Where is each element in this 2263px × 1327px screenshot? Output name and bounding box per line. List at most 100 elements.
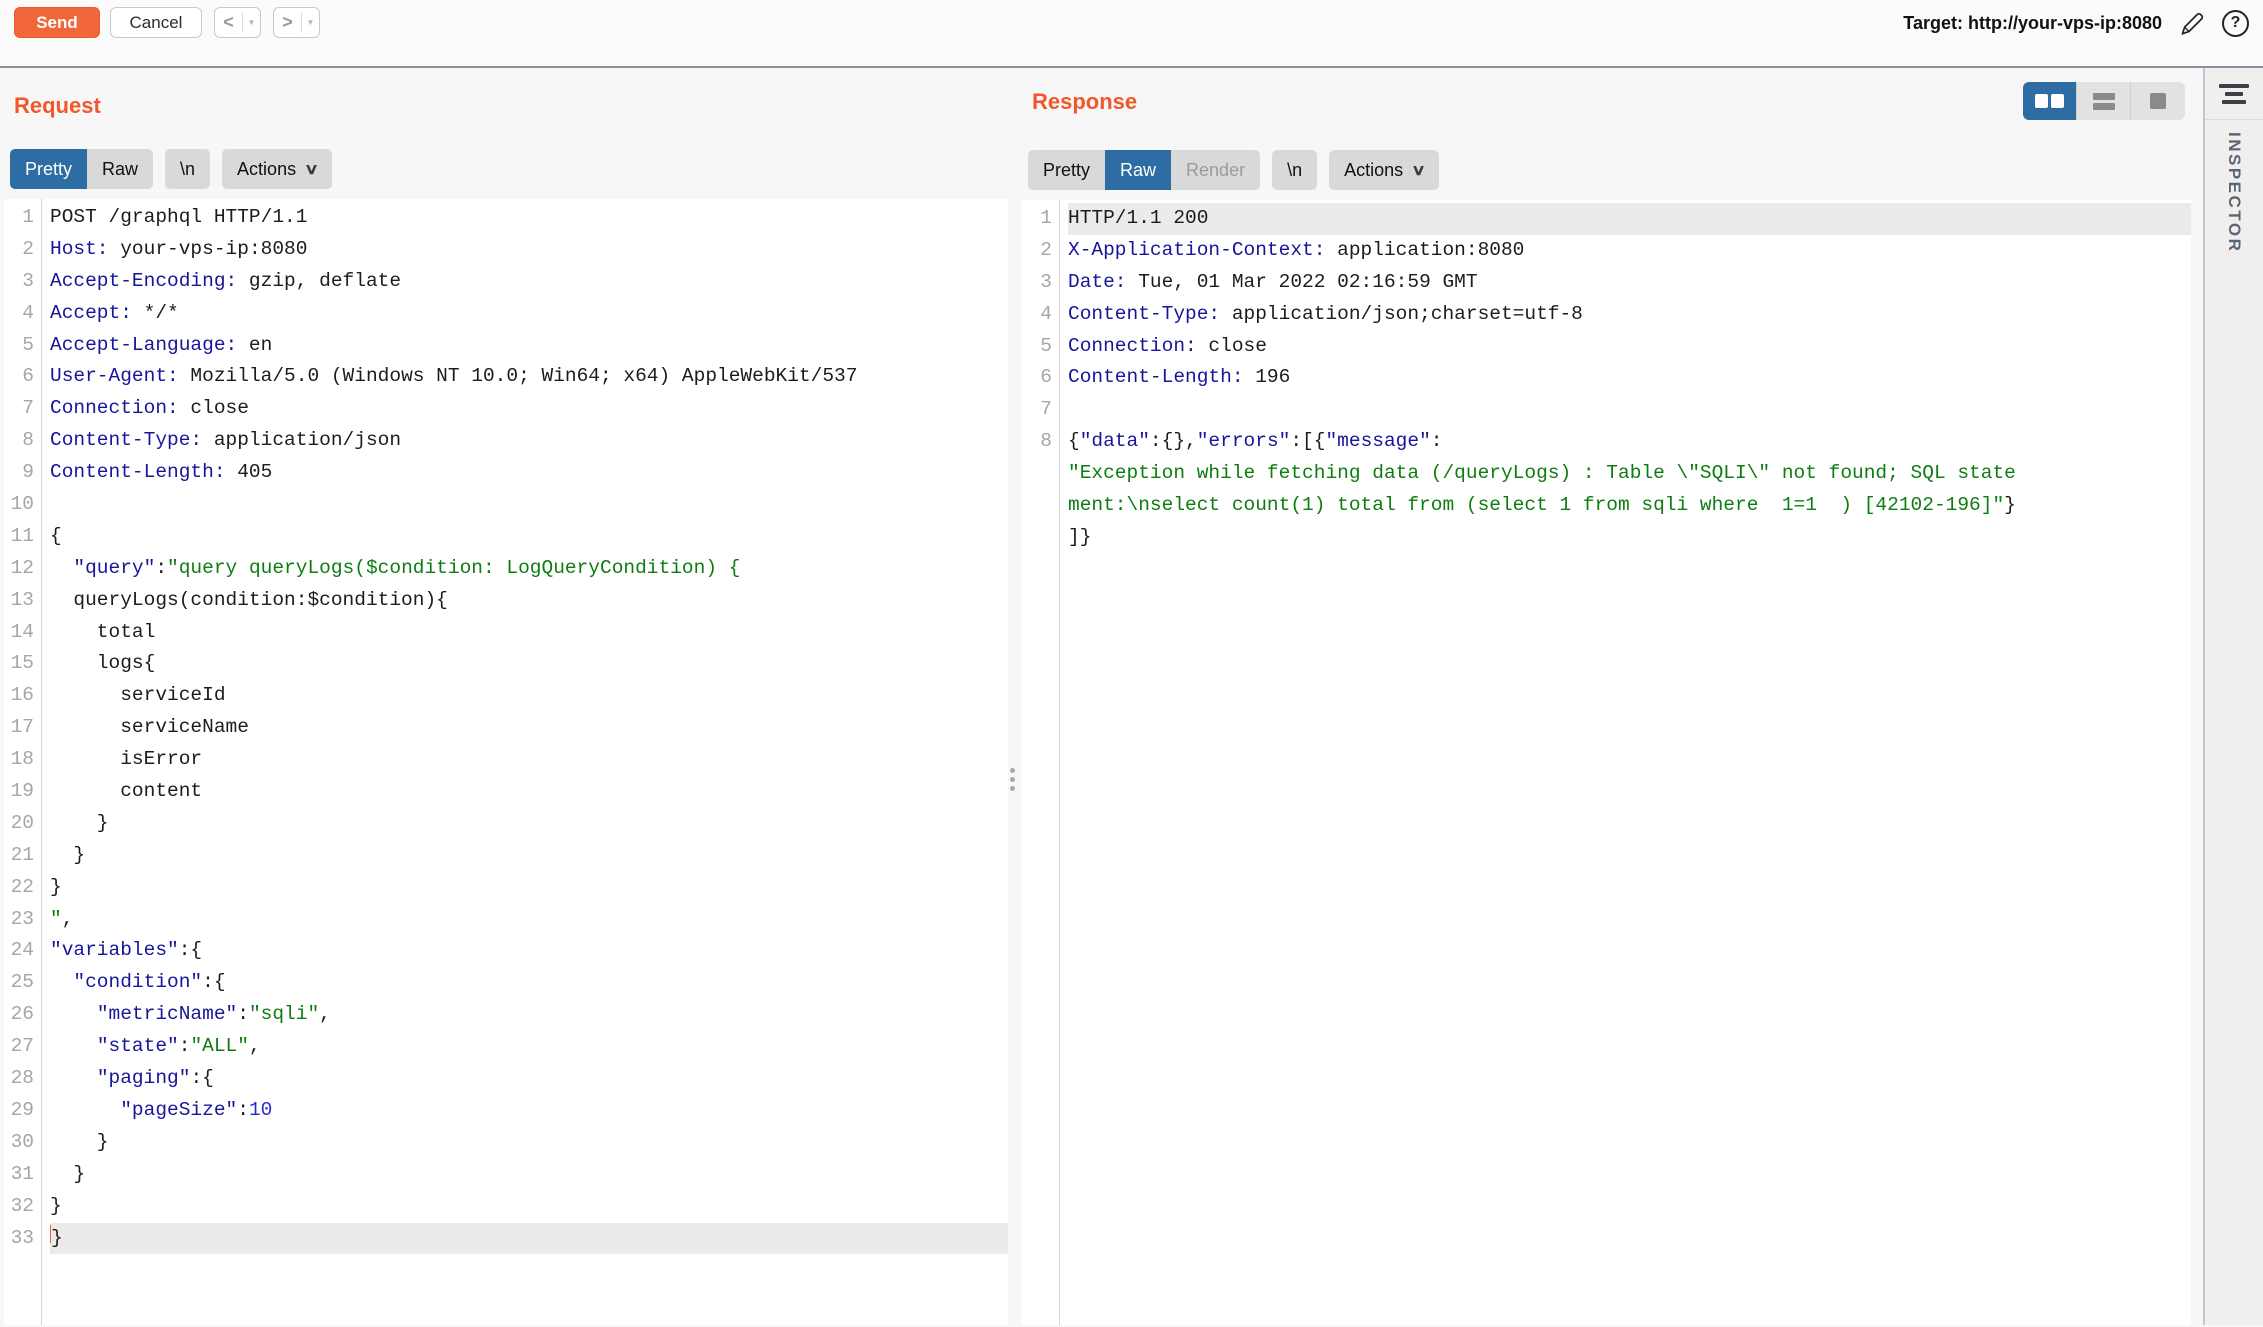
- line-number: 5: [4, 330, 34, 362]
- code-text: Connection: close: [50, 393, 1008, 425]
- send-button[interactable]: Send: [14, 7, 100, 38]
- tab-actions[interactable]: Actions∨: [1329, 150, 1439, 190]
- code-line[interactable]: 20 }: [4, 808, 1008, 840]
- tab-raw[interactable]: Raw: [1105, 150, 1171, 190]
- inspector-settings-icon[interactable]: [2219, 84, 2249, 104]
- help-icon[interactable]: ?: [2222, 10, 2249, 37]
- forward-dropdown-icon[interactable]: ▼: [302, 18, 319, 27]
- code-line[interactable]: 4Accept: */*: [4, 298, 1008, 330]
- tab-group: Actions∨: [222, 149, 332, 189]
- code-line[interactable]: 22}: [4, 872, 1008, 904]
- response-editor[interactable]: 1HTTP/1.1 2002X-Application-Context: app…: [1022, 200, 2191, 1325]
- line-number: 27: [4, 1031, 34, 1063]
- code-line[interactable]: 1 POST /graphql HTTP/1.1: [4, 202, 1008, 234]
- layout-rows-button[interactable]: [2077, 82, 2131, 120]
- code-line[interactable]: 12 "query":"query queryLogs($condition: …: [4, 553, 1008, 585]
- back-button-group[interactable]: < ▼: [214, 7, 261, 38]
- code-line[interactable]: 24"variables":{: [4, 935, 1008, 967]
- code-line[interactable]: 1HTTP/1.1 200: [1022, 203, 2191, 235]
- code-line[interactable]: 29 "pageSize":10: [4, 1095, 1008, 1127]
- code-line[interactable]: 16 serviceId: [4, 680, 1008, 712]
- back-dropdown-icon[interactable]: ▼: [243, 18, 260, 27]
- code-text: content: [50, 776, 1008, 808]
- cancel-button[interactable]: Cancel: [110, 7, 202, 38]
- code-line[interactable]: ]}: [1022, 522, 2191, 554]
- code-line[interactable]: 8Content-Type: application/json: [4, 425, 1008, 457]
- line-number: 24: [4, 935, 34, 967]
- request-lines: 1 POST /graphql HTTP/1.12Host: your-vps-i…: [4, 202, 1008, 1254]
- back-icon[interactable]: <: [215, 8, 242, 37]
- code-text: }: [50, 808, 1008, 840]
- code-line[interactable]: 17 serviceName: [4, 712, 1008, 744]
- code-text: Host: your-vps-ip:8080: [50, 234, 1008, 266]
- code-text: }: [50, 1223, 1008, 1255]
- code-line[interactable]: 2Host: your-vps-ip:8080: [4, 234, 1008, 266]
- line-number: 7: [4, 393, 34, 425]
- tab-group: PrettyRaw: [10, 149, 153, 189]
- tab-actions[interactable]: Actions∨: [222, 149, 332, 189]
- inspector-label[interactable]: INSPECTOR: [2224, 132, 2244, 253]
- edit-target-icon[interactable]: [2177, 8, 2207, 38]
- line-number: 22: [4, 872, 34, 904]
- code-line[interactable]: 5Accept-Language: en: [4, 330, 1008, 362]
- request-editor[interactable]: 1 POST /graphql HTTP/1.12Host: your-vps-i…: [4, 199, 1008, 1325]
- drag-handle-icon[interactable]: [1010, 768, 1015, 791]
- code-line[interactable]: 15 logs{: [4, 648, 1008, 680]
- forward-icon[interactable]: >: [274, 8, 301, 37]
- code-text: Accept: */*: [50, 298, 1008, 330]
- gutter-divider: [1059, 200, 1060, 1325]
- code-text: Content-Length: 196: [1068, 362, 2191, 394]
- code-line[interactable]: 32}: [4, 1191, 1008, 1223]
- code-line[interactable]: 11{: [4, 521, 1008, 553]
- code-line[interactable]: 6Content-Length: 196: [1022, 362, 2191, 394]
- tab-pretty[interactable]: Pretty: [1028, 150, 1105, 190]
- tab-n[interactable]: \n: [165, 149, 210, 189]
- code-line[interactable]: 33}: [4, 1223, 1008, 1255]
- code-line[interactable]: "Exception while fetching data (/queryLo…: [1022, 458, 2191, 490]
- layout-columns-button[interactable]: [2023, 82, 2077, 120]
- code-line[interactable]: 8{"data":{},"errors":[{"message":: [1022, 426, 2191, 458]
- line-number: 12: [4, 553, 34, 585]
- response-lines: 1HTTP/1.1 2002X-Application-Context: app…: [1022, 203, 2191, 554]
- code-line[interactable]: ment:\nselect count(1) total from (selec…: [1022, 490, 2191, 522]
- code-text: POST /graphql HTTP/1.1: [50, 202, 1008, 234]
- code-line[interactable]: 25 "condition":{: [4, 967, 1008, 999]
- code-line[interactable]: 23",: [4, 904, 1008, 936]
- code-line[interactable]: 14 total: [4, 617, 1008, 649]
- tab-pretty[interactable]: Pretty: [10, 149, 87, 189]
- layout-single-button[interactable]: [2131, 82, 2185, 120]
- code-line[interactable]: 7: [1022, 394, 2191, 426]
- code-line[interactable]: 30 }: [4, 1127, 1008, 1159]
- code-line[interactable]: 2X-Application-Context: application:8080: [1022, 235, 2191, 267]
- code-line[interactable]: 3Accept-Encoding: gzip, deflate: [4, 266, 1008, 298]
- code-line[interactable]: 7 Connection: close: [4, 393, 1008, 425]
- code-line[interactable]: 31 }: [4, 1159, 1008, 1191]
- tab-render[interactable]: Render: [1171, 150, 1260, 190]
- code-line[interactable]: 27 "state":"ALL",: [4, 1031, 1008, 1063]
- code-line[interactable]: 10: [4, 489, 1008, 521]
- tab-n[interactable]: \n: [1272, 150, 1317, 190]
- code-line[interactable]: 3Date: Tue, 01 Mar 2022 02:16:59 GMT: [1022, 267, 2191, 299]
- code-line[interactable]: 9Content-Length: 405: [4, 457, 1008, 489]
- code-text: Accept-Encoding: gzip, deflate: [50, 266, 1008, 298]
- code-line[interactable]: 26 "metricName":"sqli",: [4, 999, 1008, 1031]
- code-line[interactable]: 18 isError: [4, 744, 1008, 776]
- line-number: 1: [4, 202, 34, 234]
- tab-raw[interactable]: Raw: [87, 149, 153, 189]
- code-line[interactable]: 6User-Agent: Mozilla/5.0 (Windows NT 10.…: [4, 361, 1008, 393]
- forward-button-group[interactable]: > ▼: [273, 7, 320, 38]
- panel-divider[interactable]: [1008, 68, 1022, 1325]
- code-text: }: [50, 1191, 1008, 1223]
- rows-layout-icon: [2093, 93, 2115, 110]
- line-number: 18: [4, 744, 34, 776]
- code-line[interactable]: 13 queryLogs(condition:$condition){: [4, 585, 1008, 617]
- chevron-down-icon: ∨: [1411, 161, 1426, 179]
- code-line[interactable]: 28 "paging":{: [4, 1063, 1008, 1095]
- code-text: Content-Type: application/json: [50, 425, 1008, 457]
- code-line[interactable]: 4Content-Type: application/json;charset=…: [1022, 299, 2191, 331]
- code-line[interactable]: 5Connection: close: [1022, 331, 2191, 363]
- code-line[interactable]: 21 }: [4, 840, 1008, 872]
- code-line[interactable]: 19 content: [4, 776, 1008, 808]
- line-number: 4: [1022, 299, 1052, 331]
- line-number: 8: [1022, 426, 1052, 458]
